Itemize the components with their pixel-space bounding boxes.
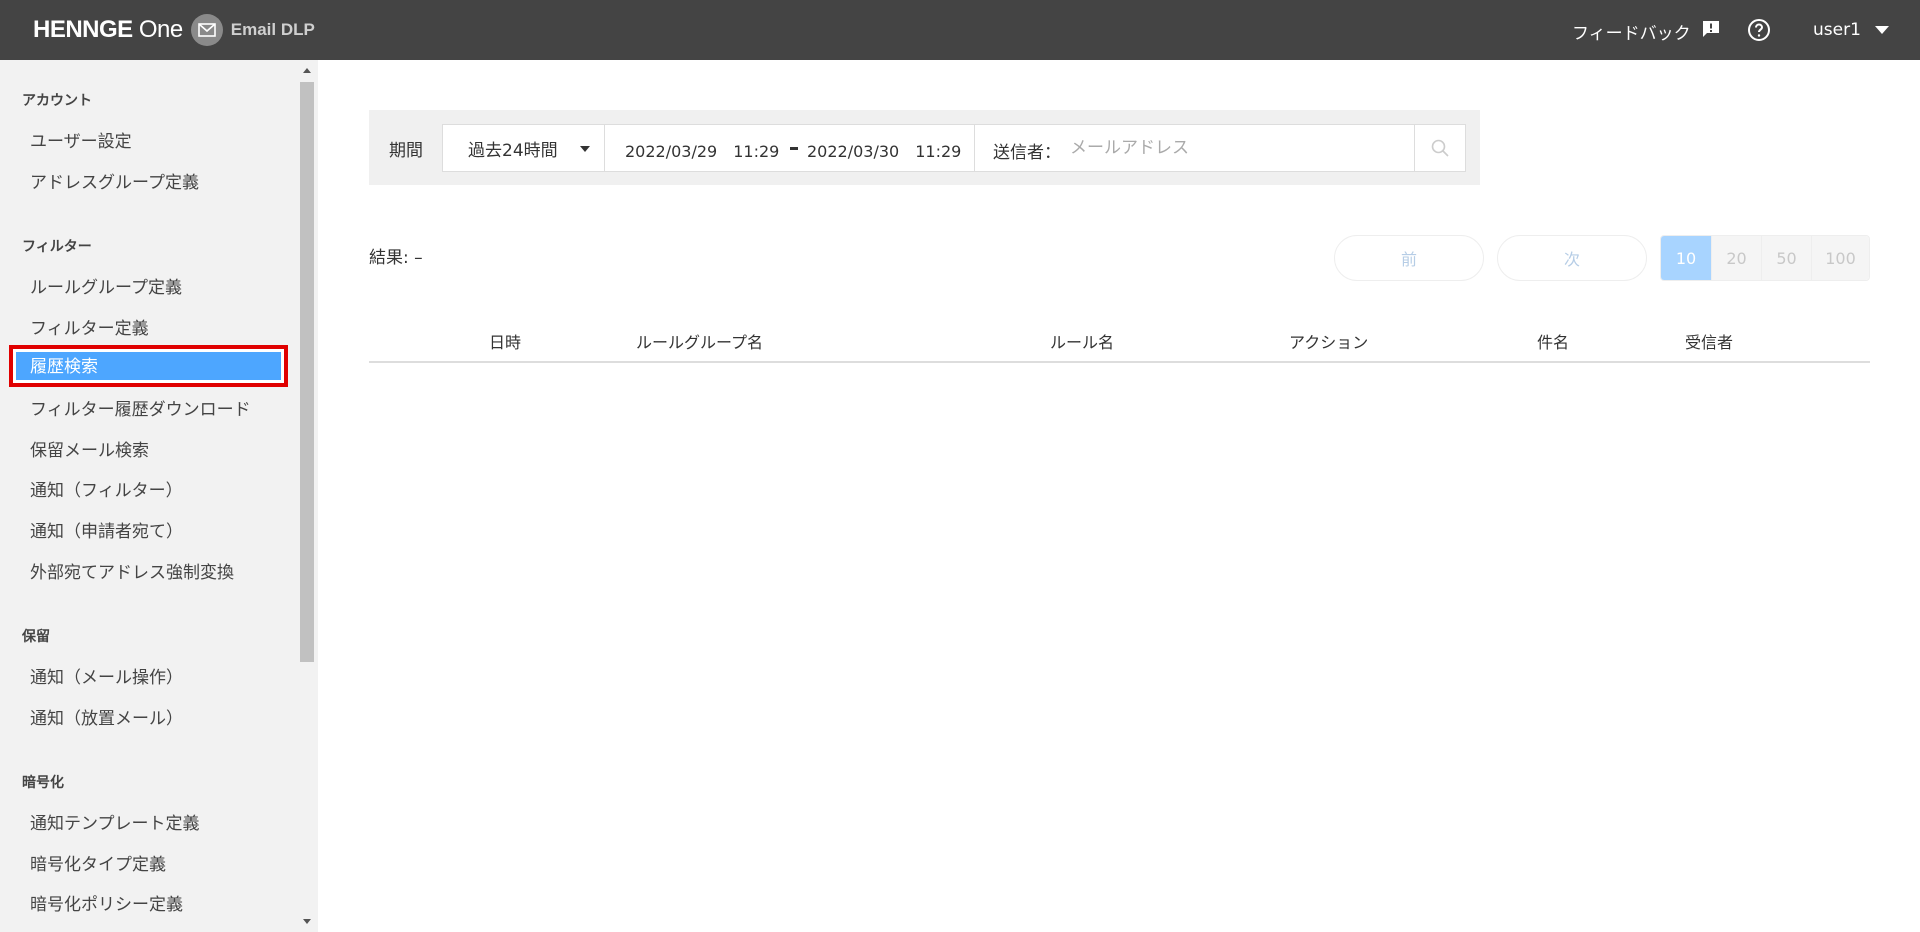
sidebar-item-notify-abandoned-mail[interactable]: 通知（放置メール）: [30, 704, 183, 729]
sidebar-item-notify-applicant[interactable]: 通知（申請者宛て）: [30, 517, 183, 542]
page-size-10[interactable]: 10: [1661, 236, 1711, 280]
feedback-icon: [1701, 19, 1721, 44]
mail-icon: [190, 14, 223, 46]
sidebar-item-encryption-types[interactable]: 暗号化タイプ定義: [30, 850, 166, 875]
scroll-down-arrow-icon[interactable]: [303, 919, 311, 924]
user-name: user1: [1813, 20, 1861, 40]
search-icon: [1431, 139, 1449, 157]
sender-label: 送信者：: [993, 143, 1061, 163]
page-size-100[interactable]: 100: [1811, 236, 1869, 280]
sidebar-item-label: 履歴検索: [16, 352, 281, 380]
column-header-rule-group[interactable]: ルールグループ名: [636, 329, 763, 353]
sidebar-item-notification-templates[interactable]: 通知テンプレート定義: [30, 809, 200, 834]
section-title-filter: フィルター: [22, 239, 92, 255]
page-size-50[interactable]: 50: [1761, 236, 1811, 280]
sidebar-item-address-groups[interactable]: アドレスグループ定義: [30, 168, 199, 193]
chevron-down-icon: [580, 146, 590, 152]
search-panel: 期間 過去24時間 2022/03/29 11:29 2022/03/30 11…: [369, 110, 1480, 185]
sidebar-item-held-mail-search[interactable]: 保留メール検索: [30, 436, 149, 461]
period-label: 期間: [389, 141, 423, 161]
sidebar-item-external-address-conversion[interactable]: 外部宛てアドレス強制変換: [30, 558, 234, 583]
scroll-up-arrow-icon[interactable]: [303, 68, 311, 73]
results-count: 結果: –: [369, 248, 423, 268]
brand[interactable]: HENNGE One Email DLP: [33, 14, 315, 46]
prev-page-button[interactable]: 前: [1334, 235, 1484, 281]
sidebar-item-rule-groups[interactable]: ルールグループ定義: [30, 273, 182, 298]
chevron-down-icon: [1874, 26, 1889, 34]
sidebar-item-notify-mail-operation[interactable]: 通知（メール操作）: [30, 663, 183, 688]
product-name: Email DLP: [230, 20, 315, 39]
next-page-button[interactable]: 次: [1497, 235, 1647, 281]
column-header-rule[interactable]: ルール名: [1050, 329, 1114, 353]
column-header-datetime[interactable]: 日時: [489, 329, 521, 353]
period-select-value: 過去24時間: [468, 140, 558, 161]
column-header-recipient[interactable]: 受信者: [1685, 329, 1733, 353]
top-header: HENNGE One Email DLP フィードバック user1: [0, 0, 1920, 60]
brand-logo: HENNGE One: [33, 16, 183, 43]
scroll-thumb[interactable]: [300, 82, 314, 662]
date-from[interactable]: 2022/03/29 11:29: [625, 138, 779, 162]
section-title-encryption: 暗号化: [22, 775, 64, 791]
sidebar-item-history-search[interactable]: 履歴検索: [9, 345, 288, 387]
feedback-label: フィードバック: [1572, 24, 1691, 44]
sidebar-item-filter-history-download[interactable]: フィルター履歴ダウンロード: [30, 395, 251, 420]
page-size-selector: 10 20 50 100: [1660, 235, 1870, 281]
section-title-account: アカウント: [22, 93, 92, 109]
sidebar-scrollbar[interactable]: [296, 60, 318, 932]
help-icon[interactable]: [1747, 18, 1771, 42]
sidebar-item-encryption-policies[interactable]: 暗号化ポリシー定義: [30, 890, 183, 915]
period-select[interactable]: 過去24時間: [443, 125, 605, 171]
column-header-subject[interactable]: 件名: [1537, 329, 1569, 353]
column-header-action[interactable]: アクション: [1289, 329, 1368, 353]
results-table-header: 日時 ルールグループ名 ルール名 アクション 件名 受信者: [369, 320, 1870, 363]
sidebar-item-filter-definitions[interactable]: フィルター定義: [30, 314, 149, 339]
search-button[interactable]: [1414, 125, 1465, 171]
sender-filter: 送信者：: [974, 125, 1414, 171]
sender-email-input[interactable]: [1070, 133, 1400, 163]
date-range-separator: [790, 147, 798, 150]
sidebar: アカウント ユーザー設定 アドレスグループ定義 フィルター ルールグループ定義 …: [0, 60, 318, 932]
sidebar-item-notify-filter[interactable]: 通知（フィルター）: [30, 476, 183, 501]
page-size-20[interactable]: 20: [1711, 236, 1761, 280]
search-field: 過去24時間 2022/03/29 11:29 2022/03/30 11:29…: [442, 124, 1466, 172]
feedback-link[interactable]: フィードバック: [1572, 19, 1721, 44]
user-menu[interactable]: user1: [1813, 20, 1889, 40]
date-to[interactable]: 2022/03/30 11:29: [807, 138, 961, 162]
section-title-hold: 保留: [22, 629, 50, 645]
sidebar-item-user-settings[interactable]: ユーザー設定: [30, 127, 132, 152]
